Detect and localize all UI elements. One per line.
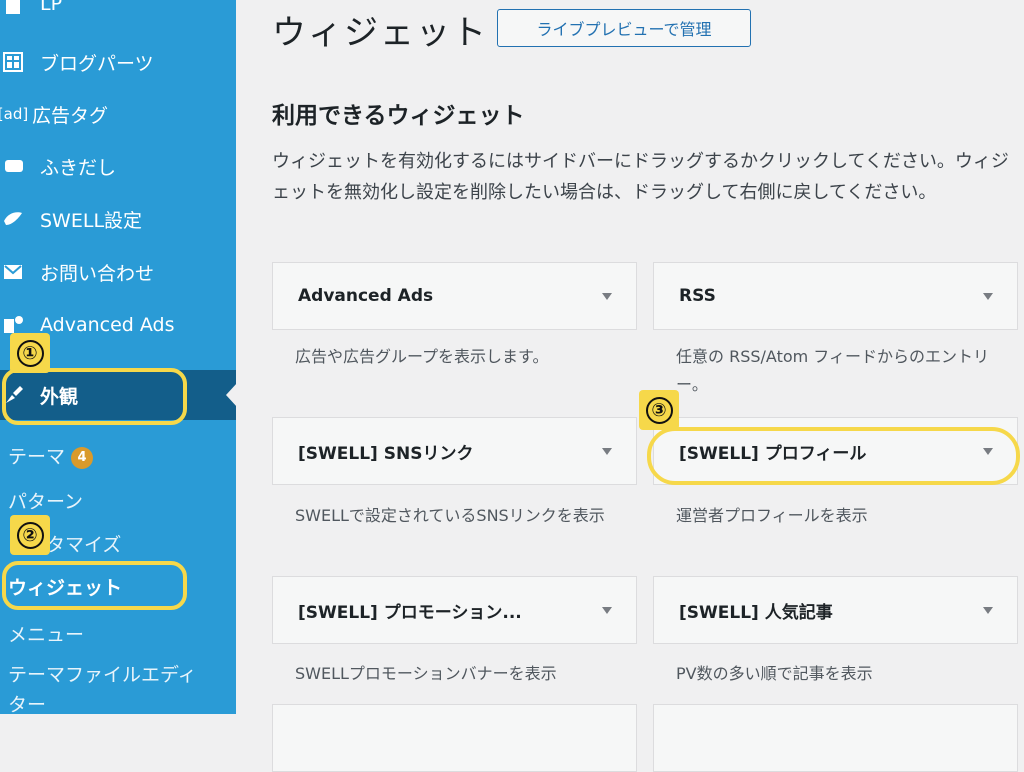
- update-count-badge: 4: [71, 447, 94, 469]
- widget-description: SWELLで設定されているSNSリンクを表示: [295, 506, 605, 525]
- highlight-profile-widget: [647, 427, 1020, 485]
- chevron-down-icon[interactable]: [602, 292, 612, 300]
- submenu-theme-file-editor[interactable]: テーマファイルエディター: [8, 660, 208, 714]
- widget-description: 運営者プロフィールを表示: [676, 506, 868, 525]
- live-preview-button[interactable]: ライブプレビューで管理: [497, 9, 751, 47]
- page-title: ウィジェット: [272, 13, 488, 53]
- submenu-themes[interactable]: テーマ 4: [8, 442, 94, 469]
- widget-description: 広告や広告グループを表示します。: [295, 347, 549, 366]
- highlight-appearance: [2, 368, 187, 425]
- menu-item-swell-settings[interactable]: SWELL設定: [0, 199, 142, 239]
- available-widgets-description: ウィジェットを有効化するにはサイドバーにドラッグするかクリックしてください。ウィ…: [272, 151, 1009, 203]
- step-number-2: ②: [10, 515, 50, 555]
- mail-icon: [0, 264, 30, 280]
- chevron-down-icon[interactable]: [602, 447, 612, 455]
- widget-advanced-ads[interactable]: Advanced Ads: [272, 262, 637, 330]
- menu-item-balloon[interactable]: ふきだし: [0, 146, 116, 186]
- chevron-down-icon[interactable]: [983, 606, 993, 614]
- chevron-down-icon[interactable]: [983, 292, 993, 300]
- chevron-down-icon[interactable]: [602, 606, 612, 614]
- swell-icon: [0, 209, 30, 229]
- widget-swell-sns-link[interactable]: [SWELL] SNSリンク: [272, 417, 637, 485]
- current-menu-arrow: [226, 383, 236, 407]
- widget-description: 任意の RSS/Atom フィードからのエントリー。: [676, 347, 989, 394]
- ad-icon: [ad]: [0, 105, 29, 123]
- highlight-widgets: [2, 561, 187, 610]
- speech-bubble-icon: [0, 158, 30, 174]
- menu-item-blog-parts[interactable]: ブログパーツ: [0, 42, 154, 82]
- widget-rss[interactable]: RSS: [653, 262, 1018, 330]
- menu-item-lp[interactable]: LP: [0, 0, 62, 24]
- submenu-menus[interactable]: メニュー: [8, 620, 84, 647]
- menu-item-contact[interactable]: お問い合わせ: [0, 252, 154, 292]
- widget-swell-popular-posts[interactable]: [SWELL] 人気記事: [653, 576, 1018, 644]
- available-widgets-heading: 利用できるウィジェット: [272, 103, 525, 129]
- widget-swell-promotion[interactable]: [SWELL] プロモーション...: [272, 576, 637, 644]
- submenu-patterns[interactable]: パターン: [8, 487, 83, 514]
- grid-icon: [0, 52, 30, 72]
- widget-description: SWELLプロモーションバナーを表示: [295, 664, 557, 683]
- chart-icon: [0, 315, 30, 335]
- widget-next[interactable]: [272, 704, 637, 772]
- widget-description: PV数の多い順で記事を表示: [676, 664, 873, 683]
- step-number-3: ③: [639, 390, 679, 430]
- widget-next[interactable]: [653, 704, 1018, 772]
- page-icon: [0, 0, 30, 14]
- menu-item-ad-tag[interactable]: [ad] 広告タグ: [0, 94, 108, 134]
- step-number-1: ①: [10, 333, 50, 373]
